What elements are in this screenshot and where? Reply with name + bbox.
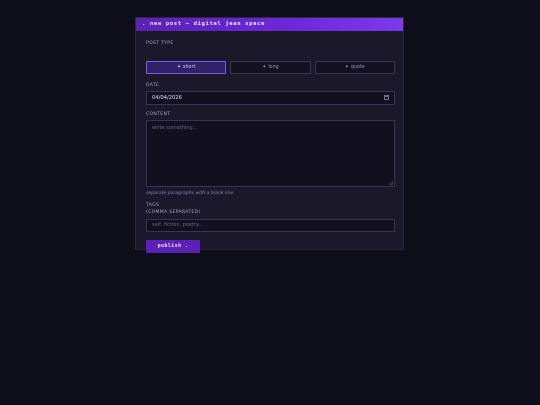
star-icon: ✦ bbox=[262, 65, 267, 70]
post-type-selector: ✦ short ✦ long ✦ quote bbox=[146, 61, 395, 74]
date-input[interactable]: 04/04/2026 bbox=[146, 91, 395, 105]
panel-title: . new post — digital jean space bbox=[136, 18, 403, 31]
tags-placeholder: self, fiction, poetry... bbox=[152, 222, 204, 228]
post-type-long-button[interactable]: ✦ long bbox=[230, 61, 311, 74]
star-icon: ✦ bbox=[176, 65, 182, 70]
publish-button[interactable]: publish . bbox=[146, 240, 200, 253]
new-post-panel: . new post — digital jean space POST TYP… bbox=[135, 17, 404, 253]
calendar-icon[interactable] bbox=[384, 95, 389, 100]
date-label: DATE bbox=[146, 83, 160, 88]
post-type-quote-label: quote bbox=[350, 65, 365, 70]
content-label: CONTENT bbox=[146, 112, 171, 117]
content-placeholder: write something... bbox=[152, 125, 198, 131]
tags-input[interactable]: self, fiction, poetry... bbox=[146, 219, 395, 232]
post-type-quote-button[interactable]: ✦ quote bbox=[314, 61, 395, 74]
tags-label: TAGS bbox=[146, 203, 160, 208]
post-type-long-label: long bbox=[268, 65, 279, 70]
content-hint: separate paragraphs with a blank line. bbox=[146, 191, 235, 196]
content-textarea[interactable]: write something... bbox=[146, 120, 395, 187]
star-icon: ✦ bbox=[344, 65, 349, 70]
post-type-label: POST TYPE bbox=[146, 41, 174, 46]
post-type-short-label: short bbox=[183, 65, 196, 70]
tags-sublabel: (COMMA SEPARATED) bbox=[146, 210, 201, 215]
resize-handle-icon[interactable] bbox=[389, 181, 393, 185]
date-value: 04/04/2026 bbox=[152, 95, 182, 101]
post-type-short-button[interactable]: ✦ short bbox=[146, 61, 227, 74]
